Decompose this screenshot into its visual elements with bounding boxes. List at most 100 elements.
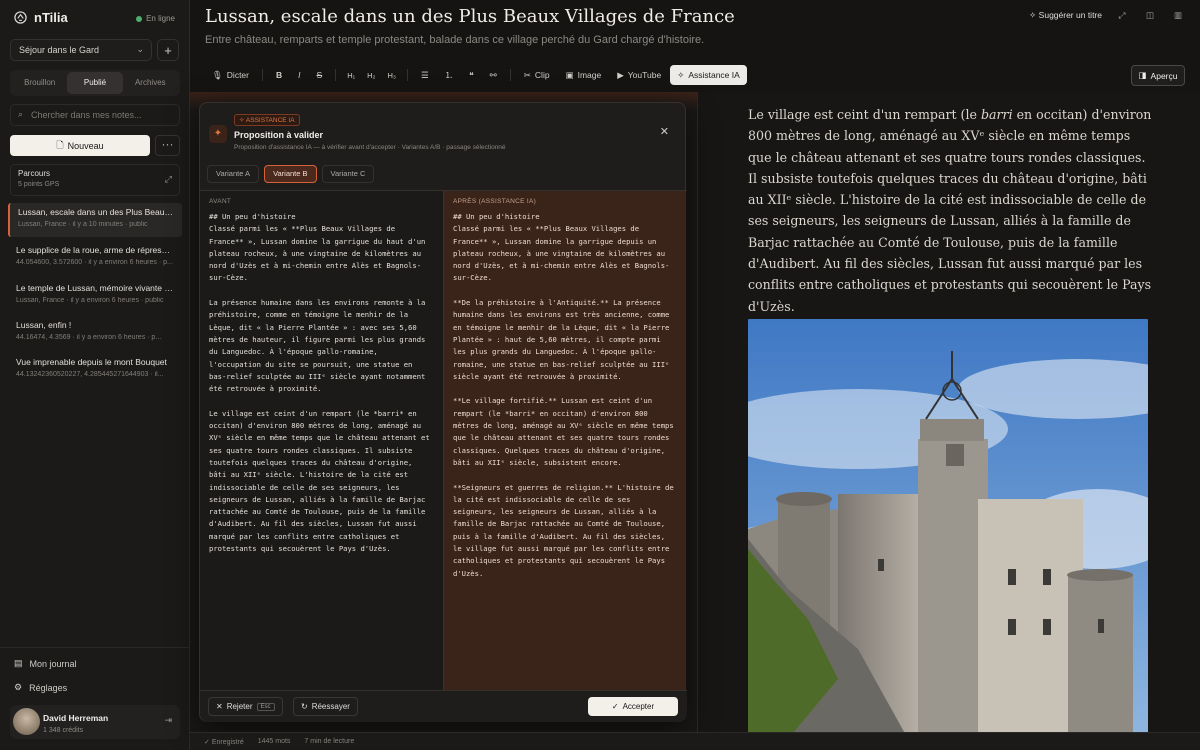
list-item[interactable]: Le supplice de la roue, arme de répressi…: [8, 241, 182, 275]
youtube-button[interactable]: ▶ YouTube: [610, 65, 668, 85]
bullet-list-icon[interactable]: ☰: [414, 65, 436, 85]
before-column: AVANT ## Un peu d'histoire Classé parmi …: [200, 191, 443, 690]
preview-pane: Le village est ceint d'un rempart (le ba…: [698, 92, 1200, 732]
check-icon: ✓: [611, 702, 619, 711]
tab-draft[interactable]: Brouillon: [12, 72, 67, 94]
tab-published[interactable]: Publié: [67, 72, 123, 94]
preview-button[interactable]: ◨ Aperçu: [1131, 65, 1185, 86]
before-label: AVANT: [209, 198, 232, 205]
heading3-button[interactable]: H₃: [382, 65, 400, 85]
ai-assist-button[interactable]: ✧ Assistance IA: [670, 65, 747, 85]
app-name: nTilia: [34, 10, 68, 25]
video-icon: ▶: [617, 69, 624, 80]
after-label: APRÈS (ASSISTANCE IA): [453, 198, 537, 205]
close-icon: ✕: [216, 702, 223, 711]
variant-tabs: Variante A Variante B Variante C: [207, 165, 375, 183]
after-column: APRÈS (ASSISTANCE IA) ## Un peu d'histoi…: [443, 191, 686, 690]
logout-icon[interactable]: ⇥: [164, 715, 172, 726]
chevron-down-icon: ⌄: [136, 44, 144, 54]
esc-kbd: Esc: [256, 702, 275, 711]
new-note-button[interactable]: 🗋 Nouveau: [10, 135, 150, 156]
diff-columns: AVANT ## Un peu d'histoire Classé parmi …: [200, 190, 687, 690]
fullscreen-icon[interactable]: ⤢: [1114, 10, 1130, 21]
numbered-list-icon[interactable]: ⒈: [438, 65, 461, 85]
quote-icon[interactable]: ❝: [462, 65, 481, 85]
dialog-subtitle: Proposition d'assistance IA — à vérifier…: [234, 144, 506, 151]
toolbar-divider: [406, 69, 408, 81]
dialog-title: Proposition à valider: [234, 130, 324, 140]
refresh-icon: ↻: [301, 702, 308, 711]
tab-variant-a[interactable]: Variante A: [207, 165, 260, 183]
settings-link[interactable]: ⚙ Réglages: [14, 682, 67, 693]
image-icon: ▣: [565, 69, 574, 80]
user-card[interactable]: David Herreman 1 348 crédits ⇥: [10, 705, 180, 739]
dictate-button[interactable]: 🎙 Dicter: [205, 65, 256, 85]
close-icon[interactable]: ✕: [660, 125, 669, 138]
tab-variant-b[interactable]: Variante B: [264, 165, 317, 183]
ai-proposal-dialog: ✦ ✧ ASSISTANCE IA Proposition à valider …: [199, 102, 687, 722]
sparkle-icon: ✧: [239, 117, 245, 124]
page-subtitle[interactable]: Entre château, remparts et temple protes…: [205, 34, 704, 46]
heading2-button[interactable]: H₂: [362, 65, 380, 85]
sparkle-icon: ✦: [209, 125, 227, 143]
retry-button[interactable]: ↻ Réessayer: [293, 697, 358, 716]
sidebar: nTilia En ligne Séjour dans le Gard ⌄ + B…: [0, 0, 190, 750]
clip-button[interactable]: ✂ Clip: [517, 65, 557, 85]
toolbar-divider: [509, 69, 511, 81]
accept-button[interactable]: ✓ Accepter: [588, 697, 678, 716]
before-text: ## Un peu d'histoire Classé parmi les « …: [209, 212, 430, 554]
sidebar-footer-divider: [0, 647, 190, 648]
italic-button[interactable]: I: [291, 65, 307, 85]
toolbar-divider: [262, 69, 263, 81]
add-project-button[interactable]: +: [157, 39, 179, 61]
link-icon[interactable]: ⚯: [483, 65, 504, 85]
expand-icon[interactable]: ⤢: [165, 174, 172, 185]
save-status: ✓ Enregistré: [204, 738, 244, 746]
online-dot-icon: [136, 15, 143, 22]
list-item[interactable]: Le temple de Lussan, mémoire vivante d..…: [8, 279, 182, 313]
list-item[interactable]: Lussan, escale dans un des Plus Beaux ..…: [8, 203, 182, 237]
route-title: Parcours: [18, 169, 51, 178]
more-button[interactable]: ···: [155, 135, 180, 156]
dialog-footer: ✕ Rejeter Esc ↻ Réessayer ✓ Accepter: [200, 690, 687, 722]
split-view-icon[interactable]: ◫: [1142, 10, 1158, 21]
sidebar-toggle-icon[interactable]: ▥: [1170, 10, 1186, 21]
suggest-title-button[interactable]: ✧ Suggérer un titre: [1029, 10, 1102, 21]
clip-icon: ✂: [523, 69, 531, 80]
page-title[interactable]: Lussan, escale dans un des Plus Beaux Vi…: [205, 6, 735, 27]
search-icon: ⌕: [18, 109, 24, 119]
list-item[interactable]: Lussan, enfin ! 44.16474, 4.3569 · il y a…: [8, 316, 182, 350]
status-bar: ✓ Enregistré 1445 mots 7 min de lecture: [190, 732, 1200, 750]
heading1-button[interactable]: H₁: [342, 65, 360, 85]
top-actions: ✧ Suggérer un titre ⤢ ◫ ▥: [1029, 10, 1186, 21]
preview-paragraph: Le village est ceint d'un rempart (le ba…: [748, 107, 1152, 314]
journal-icon: ▤: [14, 658, 23, 668]
tab-variant-c[interactable]: Variante C: [321, 165, 375, 183]
image-button[interactable]: ▣ Image: [559, 65, 609, 85]
new-file-icon: 🗋: [56, 139, 64, 150]
microphone-icon: 🎙: [212, 69, 223, 80]
tab-archives[interactable]: Archives: [123, 72, 178, 94]
avatar: [13, 708, 40, 735]
bold-button[interactable]: B: [269, 65, 289, 85]
reject-button[interactable]: ✕ Rejeter Esc: [208, 697, 283, 716]
route-card[interactable]: Parcours 5 points GPS ⤢: [10, 164, 180, 196]
ai-badge: ✧ ASSISTANCE IA: [234, 114, 300, 126]
app-brand[interactable]: nTilia: [14, 10, 68, 25]
castle-photo: [748, 319, 1148, 732]
journal-link[interactable]: ▤ Mon journal: [14, 658, 77, 669]
word-count: 1445 mots: [257, 738, 291, 745]
user-name: David Herreman: [43, 713, 109, 723]
strike-button[interactable]: S: [310, 65, 330, 85]
editor-toolbar: 🎙 Dicter B I S H₁ H₂ H₃ ☰ ⒈ ❝ ⚯ ✂ Clip ▣ Im…: [205, 64, 747, 86]
check-icon: ✓: [204, 738, 210, 746]
status-tabs: Brouillon Publié Archives: [10, 70, 180, 96]
list-item[interactable]: Vue imprenable depuis le mont Bouquet 44.…: [8, 353, 182, 387]
project-select[interactable]: Séjour dans le Gard ⌄: [10, 39, 152, 61]
route-subtitle: 5 points GPS: [18, 181, 60, 188]
search-input[interactable]: ⌕ Chercher dans mes notes...: [10, 104, 180, 126]
reading-time: 7 min de lecture: [304, 738, 355, 745]
logo-icon: [14, 11, 27, 24]
gear-icon: ⚙: [14, 682, 23, 692]
sparkle-icon: ✧: [677, 69, 685, 80]
